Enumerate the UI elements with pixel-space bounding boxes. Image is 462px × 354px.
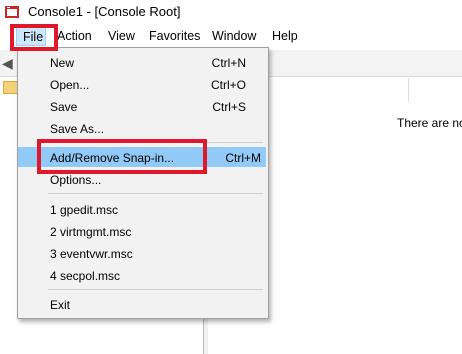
- menu-item-label: Exit: [50, 298, 71, 312]
- menu-file[interactable]: File: [16, 26, 46, 46]
- menu-item-save-as[interactable]: Save As...: [18, 118, 266, 138]
- menu-item-label: 2 virtmgmt.msc: [50, 225, 132, 239]
- empty-results-message: There are no: [397, 116, 462, 130]
- menu-item-label: Open...: [50, 78, 90, 92]
- menu-item-label: 1 gpedit.msc: [50, 203, 119, 217]
- menu-item-label: New: [50, 56, 75, 70]
- menu-item-label: Save: [50, 100, 78, 114]
- menu-item-shortcut: Ctrl+S: [212, 100, 246, 114]
- menu-item-new[interactable]: New Ctrl+N: [18, 52, 266, 72]
- menu-item-save[interactable]: Save Ctrl+S: [18, 96, 266, 116]
- mmc-console-icon: [5, 6, 19, 18]
- file-menu-dropdown: New Ctrl+N Open... Ctrl+O Save Ctrl+S Sa…: [17, 47, 269, 319]
- window-title: Console1 - [Console Root]: [28, 4, 181, 19]
- column-header-separator[interactable]: [408, 78, 409, 102]
- menu-item-label: 4 secpol.msc: [50, 269, 121, 283]
- menu-item-shortcut: Ctrl+N: [211, 56, 246, 70]
- menu-item-shortcut: Ctrl+O: [210, 78, 246, 92]
- menu-item-label: Add/Remove Snap-in...: [50, 151, 175, 165]
- menu-item-shortcut: Ctrl+M: [225, 151, 261, 165]
- menu-item-recent-2[interactable]: 2 virtmgmt.msc: [18, 221, 266, 241]
- menu-separator: [48, 193, 263, 194]
- menu-window[interactable]: Window: [212, 29, 256, 43]
- menu-bar: File Action View Favorites Window Help: [0, 26, 462, 48]
- menu-item-recent-4[interactable]: 4 secpol.msc: [18, 265, 266, 285]
- menu-help[interactable]: Help: [272, 29, 298, 43]
- menu-file-label: File: [23, 30, 44, 44]
- menu-item-recent-3[interactable]: 3 eventvwr.msc: [18, 243, 266, 263]
- menu-separator: [48, 142, 263, 143]
- back-arrow-icon[interactable]: ◀: [2, 55, 13, 72]
- menu-separator: [48, 289, 263, 290]
- title-bar: Console1 - [Console Root]: [0, 0, 462, 24]
- menu-view[interactable]: View: [108, 29, 135, 43]
- menu-item-recent-1[interactable]: 1 gpedit.msc: [18, 199, 266, 219]
- menu-item-add-remove-snap-in[interactable]: Add/Remove Snap-in... Ctrl+M: [18, 147, 266, 167]
- menu-item-label: 3 eventvwr.msc: [50, 247, 133, 261]
- menu-item-open[interactable]: Open... Ctrl+O: [18, 74, 266, 94]
- menu-action[interactable]: Action: [57, 29, 92, 43]
- menu-favorites[interactable]: Favorites: [149, 29, 200, 43]
- menu-item-label: Save As...: [50, 122, 105, 136]
- menu-item-exit[interactable]: Exit: [18, 294, 266, 314]
- menu-item-label: Options...: [50, 173, 102, 187]
- menu-item-options[interactable]: Options...: [18, 169, 266, 189]
